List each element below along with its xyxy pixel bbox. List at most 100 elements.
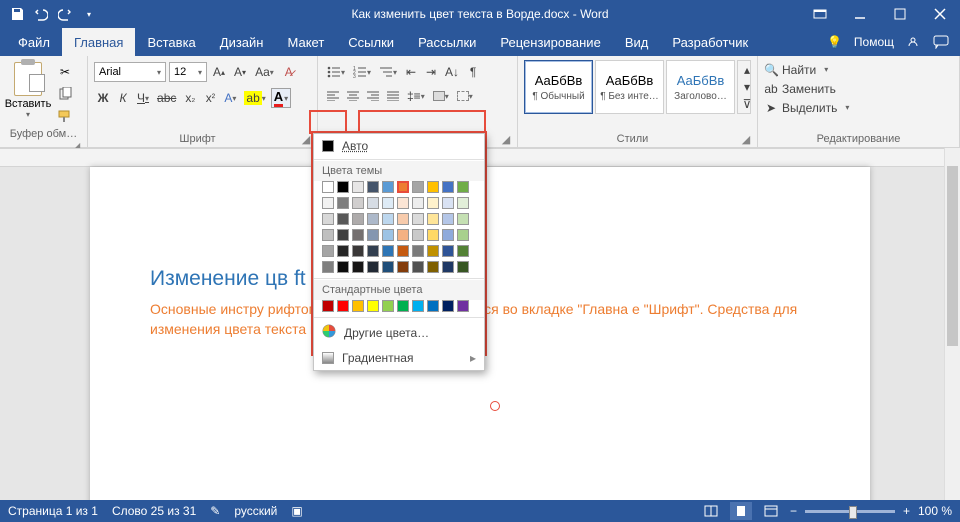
color-swatch[interactable] — [412, 213, 424, 225]
color-swatch[interactable] — [427, 245, 439, 257]
color-swatch[interactable] — [457, 300, 469, 312]
zoom-level[interactable]: 100 % — [918, 504, 952, 518]
style-normal[interactable]: АаБбВв¶ Обычный — [524, 60, 593, 114]
color-swatch[interactable] — [367, 300, 379, 312]
copy-icon[interactable] — [52, 84, 78, 104]
color-swatch[interactable] — [412, 197, 424, 209]
color-swatch[interactable] — [397, 245, 409, 257]
color-swatch[interactable] — [457, 181, 469, 193]
select-button[interactable]: ➤Выделить▾ — [764, 98, 953, 117]
color-swatch[interactable] — [442, 197, 454, 209]
shading-icon[interactable]: ▾ — [430, 86, 452, 106]
color-swatch[interactable] — [397, 229, 409, 241]
color-swatch[interactable] — [412, 229, 424, 241]
language-status[interactable]: русский — [234, 504, 277, 518]
tab-references[interactable]: Ссылки — [336, 28, 406, 56]
justify-icon[interactable] — [384, 86, 402, 106]
color-swatch[interactable] — [352, 245, 364, 257]
style-heading1[interactable]: АаБбВвЗаголово… — [666, 60, 735, 114]
align-left-icon[interactable] — [324, 86, 342, 106]
color-swatch[interactable] — [337, 245, 349, 257]
color-swatch[interactable] — [412, 181, 424, 193]
color-swatch[interactable] — [397, 181, 409, 193]
color-swatch[interactable] — [412, 261, 424, 273]
color-swatch[interactable] — [457, 213, 469, 225]
color-swatch[interactable] — [442, 229, 454, 241]
launcher-icon[interactable]: ◢ — [501, 133, 511, 143]
color-swatch[interactable] — [322, 261, 334, 273]
color-swatch[interactable] — [397, 213, 409, 225]
font-name-combo[interactable]: Arial▾ — [94, 62, 166, 82]
tab-file[interactable]: Файл — [6, 28, 62, 56]
tab-insert[interactable]: Вставка — [135, 28, 207, 56]
bullets-icon[interactable]: ▾ — [324, 62, 348, 82]
gradient-menu[interactable]: Градиентная ▸ — [314, 346, 484, 370]
qat-dropdown-icon[interactable]: ▾ — [78, 3, 100, 25]
tab-home[interactable]: Главная — [62, 28, 135, 56]
color-swatch[interactable] — [322, 213, 334, 225]
color-swatch[interactable] — [427, 181, 439, 193]
line-spacing-icon[interactable]: ‡≡▾ — [404, 86, 428, 106]
color-swatch[interactable] — [427, 300, 439, 312]
show-marks-icon[interactable]: ¶ — [464, 62, 482, 82]
change-case-icon[interactable]: Aa▾ — [252, 62, 277, 82]
styles-down-icon[interactable]: ▾ — [738, 78, 756, 95]
subscript-button[interactable]: x₂ — [181, 88, 199, 108]
color-swatch[interactable] — [457, 261, 469, 273]
tab-design[interactable]: Дизайн — [208, 28, 276, 56]
color-swatch[interactable] — [367, 245, 379, 257]
underline-button[interactable]: Ч▾ — [134, 88, 152, 108]
zoom-out-icon[interactable]: − — [790, 504, 797, 518]
color-swatch[interactable] — [442, 300, 454, 312]
ribbon-options-icon[interactable] — [800, 0, 840, 28]
text-effects-icon[interactable]: A▾ — [221, 88, 239, 108]
color-swatch[interactable] — [352, 197, 364, 209]
color-swatch[interactable] — [412, 300, 424, 312]
undo-icon[interactable] — [30, 3, 52, 25]
color-swatch[interactable] — [382, 261, 394, 273]
color-swatch[interactable] — [367, 261, 379, 273]
color-swatch[interactable] — [382, 181, 394, 193]
bold-button[interactable]: Ж — [94, 88, 112, 108]
sort-icon[interactable]: A↓ — [442, 62, 462, 82]
lightbulb-icon[interactable]: 💡 — [826, 33, 844, 51]
color-swatch[interactable] — [382, 245, 394, 257]
print-layout-icon[interactable] — [730, 502, 752, 520]
styles-up-icon[interactable]: ▴ — [738, 61, 756, 78]
save-icon[interactable] — [6, 3, 28, 25]
font-size-combo[interactable]: 12▾ — [169, 62, 207, 82]
cut-icon[interactable]: ✂ — [52, 62, 78, 82]
color-swatch[interactable] — [322, 181, 334, 193]
find-button[interactable]: 🔍Найти▾ — [764, 60, 953, 79]
read-mode-icon[interactable] — [700, 502, 722, 520]
zoom-in-icon[interactable]: + — [903, 504, 910, 518]
color-auto[interactable]: Авто — [314, 134, 484, 158]
color-swatch[interactable] — [352, 181, 364, 193]
color-swatch[interactable] — [367, 197, 379, 209]
tab-review[interactable]: Рецензирование — [488, 28, 612, 56]
styles-more-icon[interactable]: ⊽ — [738, 96, 756, 113]
color-swatch[interactable] — [322, 229, 334, 241]
numbering-icon[interactable]: 123▾ — [350, 62, 374, 82]
multilevel-icon[interactable]: ▾ — [376, 62, 400, 82]
grow-font-icon[interactable]: A▴ — [210, 62, 228, 82]
clear-format-icon[interactable]: A̷ — [280, 62, 298, 82]
color-swatch[interactable] — [337, 300, 349, 312]
color-swatch[interactable] — [352, 261, 364, 273]
color-swatch[interactable] — [367, 181, 379, 193]
font-color-button[interactable]: A▾ — [271, 88, 291, 108]
color-swatch[interactable] — [427, 213, 439, 225]
paste-button[interactable]: Вставить ▾ — [6, 60, 50, 126]
indent-inc-icon[interactable]: ⇥ — [422, 62, 440, 82]
more-colors[interactable]: Другие цвета… — [314, 319, 484, 346]
color-swatch[interactable] — [382, 300, 394, 312]
color-swatch[interactable] — [427, 261, 439, 273]
color-swatch[interactable] — [337, 197, 349, 209]
tell-me-label[interactable]: Помощ — [854, 35, 894, 49]
tab-developer[interactable]: Разработчик — [660, 28, 760, 56]
format-painter-icon[interactable] — [52, 106, 78, 126]
highlight-icon[interactable]: ab▾ — [241, 88, 268, 108]
replace-button[interactable]: abЗаменить — [764, 79, 953, 98]
launcher-icon[interactable]: ◢ — [301, 133, 311, 143]
color-swatch[interactable] — [367, 213, 379, 225]
